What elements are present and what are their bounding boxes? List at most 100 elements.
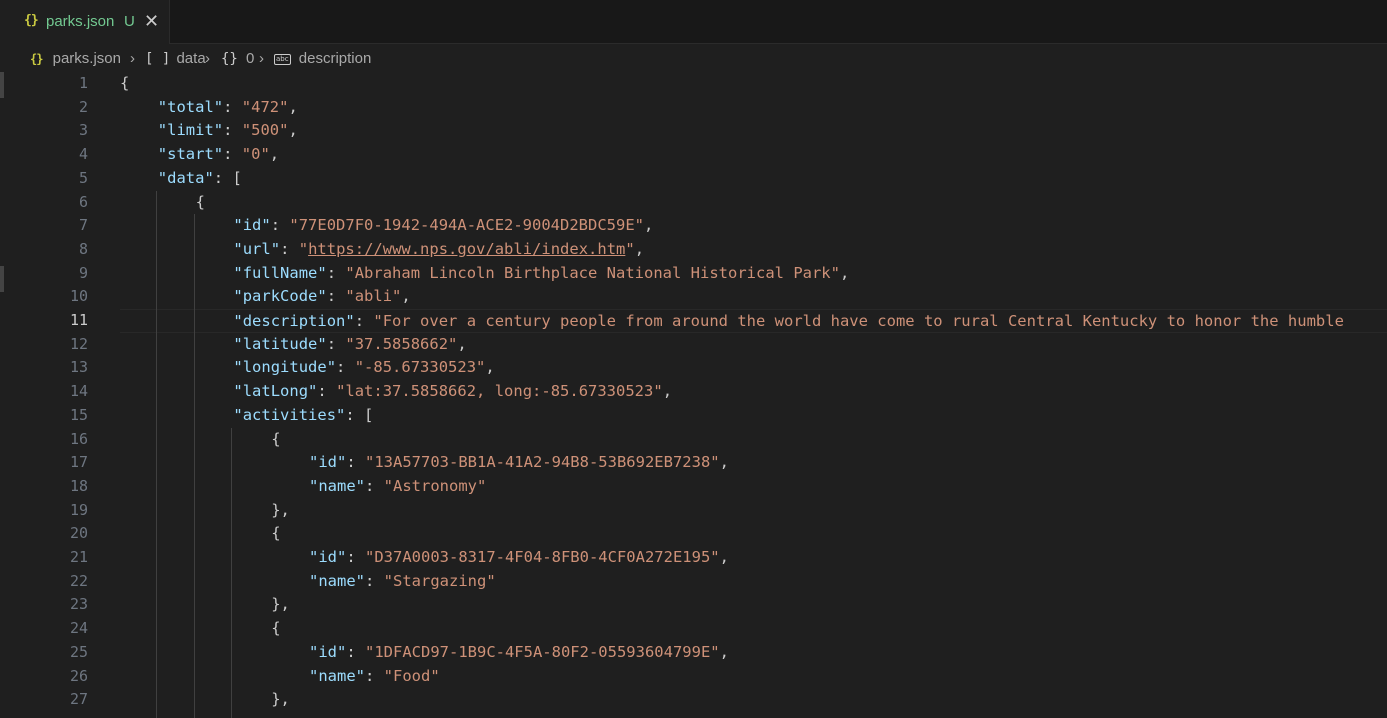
code-line[interactable]: 20 { [0, 522, 1387, 546]
breadcrumb-item-index[interactable]: {} 0 [221, 50, 254, 67]
json-punctuation: { [120, 74, 130, 92]
json-punctuation: : [223, 97, 242, 116]
json-punctuation: : [354, 312, 374, 330]
editor-tab-bar: {} parks.json U ✕ [0, 0, 1387, 44]
code-line[interactable]: 23}, [0, 593, 1387, 617]
code-line[interactable]: 15 "activities": [ [0, 404, 1387, 428]
json-string: "Astronomy" [383, 476, 487, 495]
json-string: " [298, 239, 309, 258]
code-editor[interactable]: 1{2 "total": "472", 3 "limit": "500", 4 "star… [0, 72, 1387, 718]
code-text: "latitude": "37.5858662", [233, 333, 466, 357]
line-number: 5 [78, 168, 88, 187]
chevron-right-icon: › [130, 50, 135, 67]
code-line[interactable]: 3 "limit": "500", [0, 119, 1387, 143]
code-line[interactable]: 7 "id": "77E0D7F0-1942-494A-ACE2-9004D2BD… [0, 214, 1387, 238]
code-line[interactable]: 19}, [0, 499, 1387, 523]
code-line[interactable]: 10 "parkCode": "abli", [0, 285, 1387, 309]
code-line[interactable]: 8 "url": "https://www.nps.gov/abli/index.… [0, 238, 1387, 262]
line-number: 18 [69, 476, 88, 495]
code-line[interactable]: 13 "longitude": "-85.67330523", [0, 356, 1387, 380]
json-key: "name" [309, 571, 365, 590]
json-key: "id" [309, 453, 347, 472]
chevron-right-icon: › [205, 50, 210, 67]
code-text: "fullName": "Abraham Lincoln Birthplace … [233, 262, 849, 286]
line-number: 13 [69, 358, 88, 377]
code-line[interactable]: 26 "name": "Food" [0, 665, 1387, 689]
code-area: { [120, 191, 1387, 215]
code-text: "parkCode": "abli", [233, 285, 410, 309]
line-number: 25 [69, 642, 88, 661]
json-punctuation: : [280, 239, 299, 258]
tab-parks-json[interactable]: {} parks.json U ✕ [0, 0, 170, 44]
indent-guide [155, 190, 157, 718]
code-line[interactable]: 17 "id": "13A57703-BB1A-41A2-94B8-53B692E… [0, 451, 1387, 475]
code-line[interactable]: 12 "latitude": "37.5858662", [0, 333, 1387, 357]
json-punctuation: : [336, 358, 355, 377]
code-line[interactable]: 5 "data": [ [0, 167, 1387, 191]
close-icon[interactable]: ✕ [144, 11, 159, 31]
code-text: "url": "https://www.nps.gov/abli/index.h… [233, 238, 644, 262]
code-area: "id": "13A57703-BB1A-41A2-94B8-53B692EB7… [120, 451, 1387, 475]
json-string: "77E0D7F0-1942-494A-ACE2-9004D2BDC59E" [289, 216, 644, 235]
breadcrumb-item-description[interactable]: abc description [274, 50, 371, 67]
json-key: "limit" [157, 121, 224, 140]
breadcrumb-item-data[interactable]: [ ] data [145, 50, 206, 67]
code-line[interactable]: 18 "name": "Astronomy" [0, 475, 1387, 499]
line-number: 26 [69, 666, 88, 685]
code-text: }, [271, 688, 290, 712]
code-line[interactable]: 2 "total": "472", [0, 96, 1387, 120]
code-area: }, [120, 499, 1387, 523]
code-line[interactable]: 16 { [0, 428, 1387, 452]
line-number: 15 [69, 405, 88, 424]
json-punctuation: , [485, 358, 495, 377]
code-line[interactable]: 9 "fullName": "Abraham Lincoln Birthplace… [0, 262, 1387, 286]
code-line[interactable]: 25 "id": "1DFACD97-1B9C-4F5A-80F2-0559360… [0, 641, 1387, 665]
json-url-link[interactable]: https://www.nps.gov/abli/index.htm [308, 240, 625, 258]
json-key: "data" [157, 168, 214, 187]
code-line[interactable]: 21 "id": "D37A0003-8317-4F04-8FB0-4CF0A27… [0, 546, 1387, 570]
line-number: 19 [69, 500, 88, 519]
json-punctuation: : [365, 666, 384, 685]
code-line[interactable]: 4 "start": "0", [0, 143, 1387, 167]
json-string: "D37A0003-8317-4F04-8FB0-4CF0A272E195" [365, 548, 720, 566]
code-line[interactable]: 22 "name": "Stargazing" [0, 570, 1387, 594]
code-line[interactable]: 27}, [0, 688, 1387, 712]
code-text: "name": "Food" [309, 665, 440, 689]
code-line[interactable]: 14 "latLong": "lat:37.5858662, long:-85.6… [0, 380, 1387, 404]
code-area: "id": "77E0D7F0-1942-494A-ACE2-9004D2BDC… [120, 214, 1387, 238]
json-punctuation: : [346, 642, 365, 661]
json-key: "longitude" [233, 358, 337, 377]
code-line[interactable]: 6{ [0, 191, 1387, 215]
code-text: "start": "0", [158, 143, 279, 167]
json-key: "latLong" [233, 382, 318, 401]
json-punctuation: : [365, 571, 384, 590]
code-line[interactable]: 1{ [0, 72, 1387, 96]
code-text: "id": "77E0D7F0-1942-494A-ACE2-9004D2BDC… [233, 214, 653, 238]
json-key: "id" [309, 548, 347, 566]
line-number: 24 [69, 619, 88, 638]
json-punctuation: }, [271, 595, 290, 614]
code-area: "id": "1DFACD97-1B9C-4F5A-80F2-055936047… [120, 641, 1387, 665]
json-file-icon: {} [24, 13, 39, 28]
json-string: "472" [241, 97, 289, 116]
json-punctuation: , [269, 145, 280, 164]
json-key: "name" [309, 476, 365, 495]
json-string: "Food" [383, 666, 440, 685]
code-area: "limit": "500", [120, 119, 1387, 143]
json-string: "37.5858662" [345, 334, 458, 353]
json-punctuation: , [401, 287, 411, 306]
breadcrumb-item-file[interactable]: {} parks.json [30, 50, 121, 67]
line-number: 20 [69, 524, 88, 543]
json-punctuation: : [326, 287, 346, 306]
code-text: { [196, 191, 205, 215]
json-punctuation: , [644, 216, 654, 235]
code-line[interactable]: 11 "description": "For over a century peo… [0, 309, 1387, 333]
code-line[interactable]: 24 { [0, 617, 1387, 641]
json-string: "For over a century people from around t… [373, 312, 1344, 330]
code-text: { [271, 522, 280, 546]
line-number: 16 [69, 429, 88, 448]
json-punctuation: : [ [345, 405, 374, 424]
code-area: "name": "Food" [120, 665, 1387, 689]
code-area: "parkCode": "abli", [120, 285, 1387, 309]
line-number: 14 [69, 382, 88, 401]
